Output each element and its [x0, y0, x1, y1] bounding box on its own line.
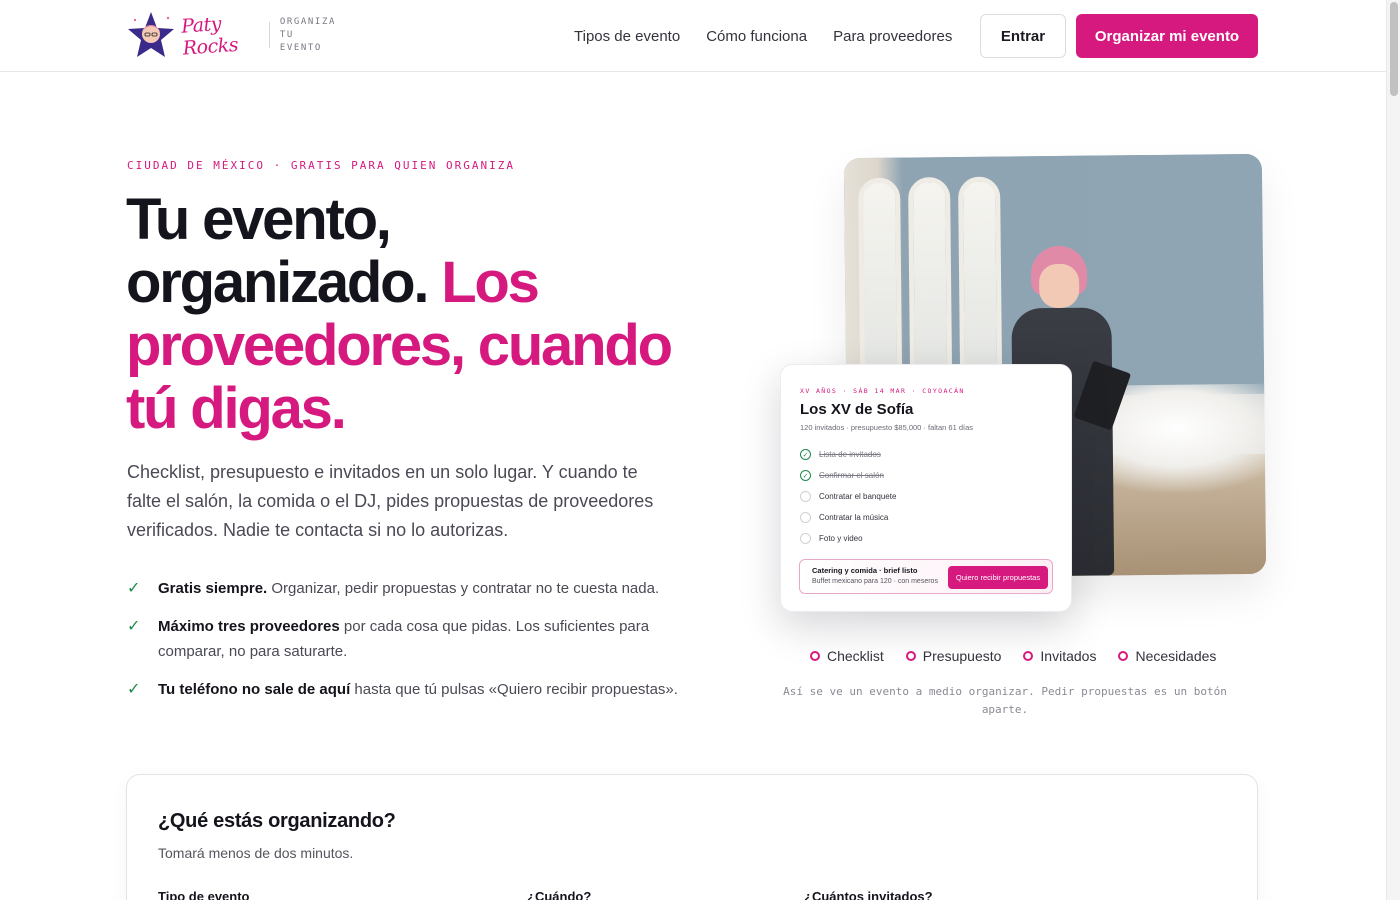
logo-divider [269, 22, 270, 48]
legend-item-checklist: Checklist [810, 648, 884, 664]
checklist-item[interactable]: ✓ Confirmar el salón [800, 470, 884, 481]
star-logo-icon [126, 10, 176, 60]
empty-circle-icon [800, 533, 811, 544]
organize-event-button[interactable]: Organizar mi evento [1076, 14, 1258, 58]
tagline-line-1: ORGANIZA [279, 16, 336, 27]
checklist-item[interactable]: Foto y video [800, 533, 863, 544]
site-header: Paty Rocks ORGANIZA TU EVENTO Tipos de e… [0, 0, 1386, 72]
event-meta: 120 invitados · presupuesto $85,000 · fa… [800, 423, 974, 432]
ring-icon [1118, 651, 1129, 661]
legend-item-presupuesto: Presupuesto [905, 648, 1001, 664]
brand-logo[interactable]: Paty Rocks ORGANIZA TU EVENTO [126, 10, 336, 60]
feature-legend: Checklist Presupuesto Invitados Necesida… [810, 648, 1216, 664]
checklist-item[interactable]: Contratar la música [800, 512, 888, 523]
hero-lead-paragraph: Checklist, presupuesto e invitados en un… [127, 462, 654, 540]
tagline-line-2: TU EVENTO [279, 29, 322, 53]
event-start-form: ¿Qué estás organizando? Tomará menos de … [126, 774, 1258, 900]
ring-icon [810, 651, 820, 661]
nav-link-tipos-de-evento[interactable]: Tipos de evento [574, 28, 680, 45]
benefit-item: ✓ Gratis siempre. Organizar, pedir propu… [127, 576, 697, 601]
empty-circle-icon [800, 512, 811, 523]
scrollbar-thumb[interactable] [1390, 2, 1398, 96]
brief-title: Catering y comida · brief listo [812, 566, 918, 575]
event-preview-card: XV AÑOS · SÁB 14 MAR · COYOACÁN Los XV d… [780, 364, 1072, 612]
form-subtitle: Tomará menos de dos minutos. [158, 845, 354, 861]
preview-caption: Así se ve un evento a medio organizar. P… [783, 685, 1227, 716]
form-title: ¿Qué estás organizando? [158, 810, 396, 832]
benefit-text: Tu teléfono no sale de aquí hasta que tú… [158, 681, 678, 698]
ring-icon [1023, 651, 1034, 661]
brand-wordmark: Paty Rocks [180, 12, 239, 60]
event-type-label: Tipo de evento [158, 889, 250, 900]
check-icon: ✓ [127, 681, 141, 698]
empty-circle-icon [800, 491, 811, 502]
check-circle-icon: ✓ [800, 449, 811, 460]
benefits-list: ✓ Gratis siempre. Organizar, pedir propu… [127, 576, 697, 715]
hero-headline: Tu evento, organizado. Los proveedores, … [126, 188, 686, 440]
checklist-item[interactable]: ✓ Lista de invitados [800, 449, 881, 460]
brand-tagline: ORGANIZA TU EVENTO [280, 16, 336, 55]
legend-item-necesidades: Necesidades [1118, 648, 1216, 664]
brief-subtitle: Buffet mexicano para 120 · con meseros [812, 578, 938, 585]
guest-count-label: ¿Cuántos invitados? [804, 889, 933, 900]
check-icon: ✓ [127, 618, 141, 635]
nav-link-como-funciona[interactable]: Cómo funciona [706, 28, 807, 45]
event-date-label: ¿Cuándo? [527, 889, 592, 900]
event-eyebrow: XV AÑOS · SÁB 14 MAR · COYOACÁN [800, 387, 965, 395]
checklist-item[interactable]: Contratar el banquete [800, 491, 896, 502]
check-circle-icon: ✓ [800, 470, 811, 481]
catering-brief: Catering y comida · brief listo Buffet m… [799, 559, 1053, 594]
benefit-item: ✓ Máximo tres proveedores por cada cosa … [127, 614, 697, 664]
ring-icon [905, 651, 916, 661]
benefit-item: ✓ Tu teléfono no sale de aquí hasta que … [127, 677, 697, 702]
nav-link-para-proveedores[interactable]: Para proveedores [833, 28, 952, 45]
request-proposals-button[interactable]: Quiero recibir propuestas [948, 566, 1048, 589]
login-button[interactable]: Entrar [980, 14, 1066, 58]
benefit-text: Gratis siempre. Organizar, pedir propues… [158, 580, 660, 597]
hero-eyebrow: CIUDAD DE MÉXICO · GRATIS PARA QUIEN ORG… [127, 159, 516, 172]
headline-dark-part: Tu evento, organizado. [126, 187, 429, 315]
benefit-text: Máximo tres proveedores por cada cosa qu… [158, 618, 650, 660]
page-scrollbar[interactable] [1386, 0, 1400, 900]
main-nav: Tipos de evento Cómo funciona Para prove… [574, 0, 952, 72]
check-icon: ✓ [127, 580, 141, 597]
legend-item-invitados: Invitados [1023, 648, 1096, 664]
event-title: Los XV de Sofía [800, 401, 914, 418]
